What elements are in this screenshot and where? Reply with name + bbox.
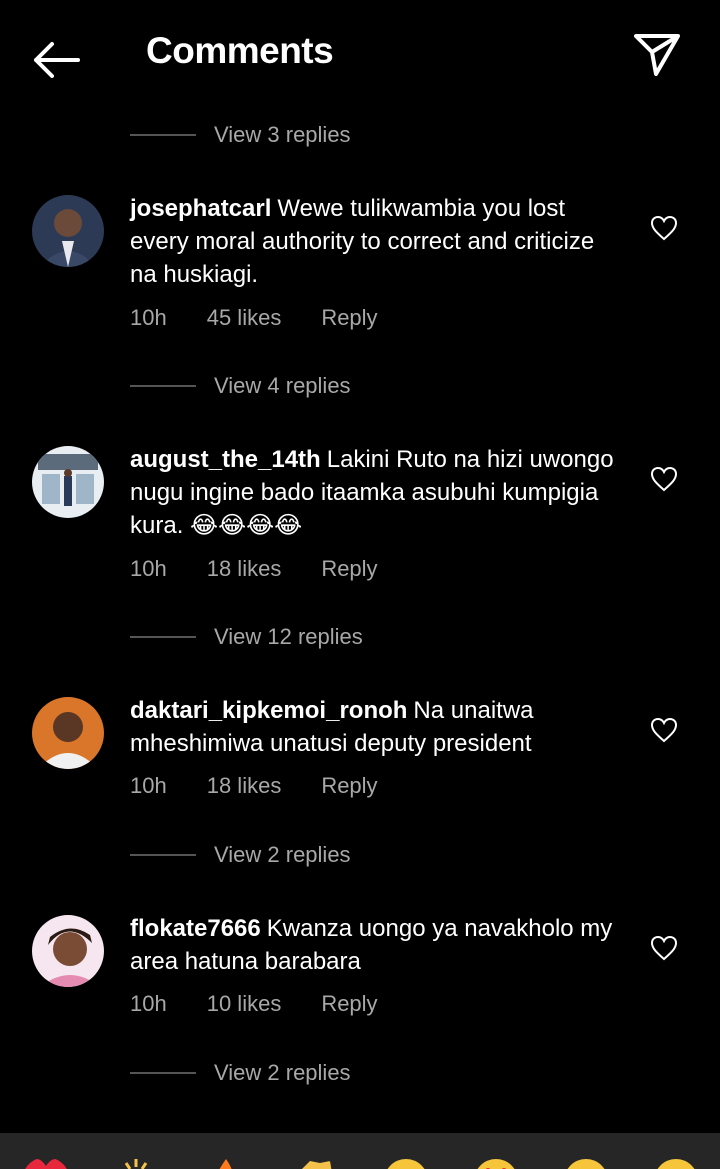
comment-username[interactable]: august_the_14th [130, 446, 321, 473]
clap-emoji-icon[interactable] [292, 1157, 340, 1169]
avatar[interactable] [32, 446, 104, 518]
view-replies-label: View 4 replies [214, 373, 351, 398]
view-replies-button[interactable]: View 2 replies [130, 840, 351, 870]
comment-meta: 10h 18 likes Reply [130, 773, 418, 799]
comment-username[interactable]: flokate7666 [130, 915, 261, 942]
reply-button[interactable]: Reply [321, 773, 377, 799]
comment-text: daktari_kipkemoi_ronoh Na unaitwa mheshim… [130, 694, 620, 760]
view-replies-label: View 2 replies [214, 842, 351, 867]
divider-line [130, 385, 196, 387]
comment-username[interactable]: josephatcarl [130, 195, 271, 222]
crying-face-emoji-icon[interactable] [382, 1157, 430, 1169]
divider-line [130, 134, 196, 136]
divider-line [130, 854, 196, 856]
reply-button[interactable]: Reply [321, 305, 377, 331]
comment-text: josephatcarl Wewe tulikwambia you lost ev… [130, 192, 620, 291]
heart-eyes-emoji-icon[interactable] [472, 1157, 520, 1169]
view-replies-label: View 2 replies [214, 1060, 351, 1085]
comment-likes[interactable]: 10 likes [207, 991, 282, 1017]
divider-line [130, 1072, 196, 1074]
comment-likes[interactable]: 45 likes [207, 305, 282, 331]
comment-meta: 10h 45 likes Reply [130, 305, 418, 331]
like-heart-icon[interactable] [650, 466, 678, 492]
comment-time: 10h [130, 556, 167, 581]
like-heart-icon[interactable] [650, 935, 678, 961]
divider-line [130, 636, 196, 638]
comment-likes[interactable]: 18 likes [207, 773, 282, 799]
send-icon[interactable] [632, 32, 682, 78]
page-title: Comments [146, 30, 334, 71]
avatar[interactable] [32, 915, 104, 987]
like-heart-icon[interactable] [650, 717, 678, 743]
comment-meta: 10h 18 likes Reply [130, 556, 418, 582]
comment-text: august_the_14th Lakini Ruto na hizi uwong… [130, 443, 620, 542]
view-replies-button[interactable]: View 12 replies [130, 622, 363, 652]
laughing-emoji: 😂😂😂😂 [190, 512, 303, 539]
comment-time: 10h [130, 991, 167, 1016]
comment-meta: 10h 10 likes Reply [130, 991, 418, 1017]
view-replies-label: View 3 replies [214, 122, 351, 147]
raised-hands-emoji-icon[interactable] [112, 1157, 160, 1169]
comment-text: flokate7666 Kwanza uongo ya navakholo my … [130, 912, 620, 978]
back-arrow-icon[interactable] [30, 38, 82, 82]
view-replies-button[interactable]: View 2 replies [130, 1058, 351, 1088]
comment-likes[interactable]: 18 likes [207, 556, 282, 582]
reply-button[interactable]: Reply [321, 991, 377, 1017]
view-replies-button[interactable]: View 4 replies [130, 371, 351, 401]
reply-button[interactable]: Reply [321, 556, 377, 582]
comment-time: 10h [130, 305, 167, 330]
comment-username[interactable]: daktari_kipkemoi_ronoh [130, 697, 407, 724]
emoji-reaction-bar [0, 1133, 720, 1169]
comment-time: 10h [130, 773, 167, 798]
laughing-face-emoji-icon[interactable] [652, 1157, 700, 1169]
avatar[interactable] [32, 195, 104, 267]
heart-emoji-icon[interactable] [22, 1157, 70, 1169]
view-replies-label: View 12 replies [214, 624, 363, 649]
shocked-face-emoji-icon[interactable] [562, 1157, 610, 1169]
avatar[interactable] [32, 697, 104, 769]
header-bar: Comments [0, 0, 720, 112]
like-heart-icon[interactable] [650, 215, 678, 241]
fire-emoji-icon[interactable] [202, 1157, 250, 1169]
view-replies-button[interactable]: View 3 replies [130, 120, 351, 150]
